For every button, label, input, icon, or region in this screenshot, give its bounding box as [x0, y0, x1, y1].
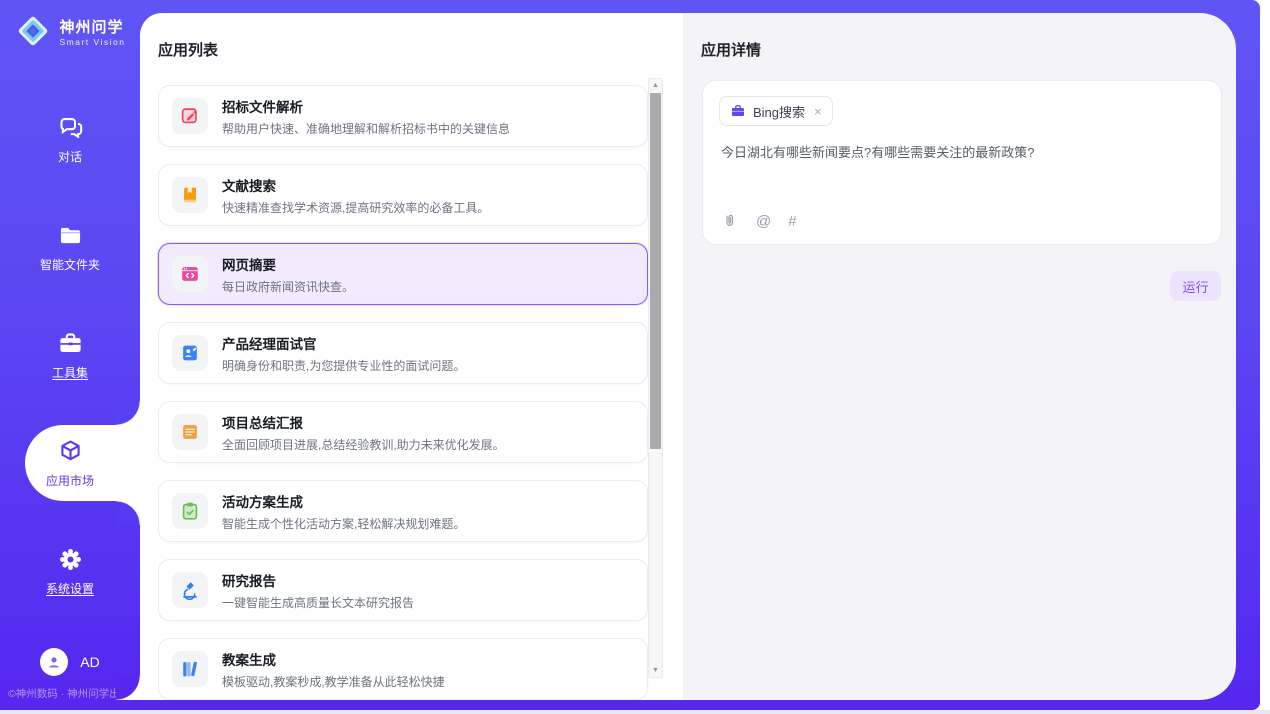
app-card-title: 产品经理面试官	[222, 333, 465, 353]
app-card-description: 模板驱动,教案秒成,教学准备从此轻松快捷	[222, 673, 445, 690]
sidebar-item-app-market[interactable]: 应用市场	[0, 409, 140, 517]
gear-icon	[57, 546, 84, 573]
sidebar-item-chat[interactable]: 对话	[0, 85, 140, 193]
hashtag-icon[interactable]: #	[788, 213, 796, 230]
prompt-input[interactable]: 今日湖北有哪些新闻要点?有哪些需要关注的最新政策?	[721, 143, 1203, 163]
prompt-card: Bing搜索 × 今日湖北有哪些新闻要点?有哪些需要关注的最新政策? @ #	[702, 80, 1222, 245]
brand-subtitle: Smart Vision	[59, 38, 125, 47]
browser-code-icon	[172, 256, 208, 292]
avatar[interactable]	[40, 648, 68, 676]
app-card-literature-search[interactable]: 文献搜索 快速精准查找学术资源,提高研究效率的必备工具。	[158, 164, 648, 226]
book-icon	[172, 177, 208, 213]
brand-logo-icon	[14, 12, 52, 55]
run-button[interactable]: 运行	[1170, 271, 1221, 301]
app-card-web-summary[interactable]: 网页摘要 每日政府新闻资讯快查。	[158, 243, 648, 305]
brand-logo: 神州问学 Smart Vision	[0, 12, 140, 55]
clipboard-check-icon	[172, 493, 208, 529]
app-list-panel: 应用列表 招标文件解析 帮助用户快速、准确地理解和解析招标书中的关键信息 文献搜…	[140, 13, 683, 700]
app-detail-panel: 应用详情 Bing搜索 × 今日湖北有哪些新闻要点?有哪些需要关注的最新政策? …	[683, 13, 1236, 700]
app-list-title: 应用列表	[158, 39, 218, 60]
user-profile[interactable]: AD	[0, 648, 140, 676]
app-card-event-plan[interactable]: 活动方案生成 智能生成个性化活动方案,轻松解决规划难题。	[158, 480, 648, 542]
app-window: 神州问学 Smart Vision 对话 智能文件夹 工具集 应用市场	[0, 0, 1270, 714]
composer-toolbar: @ #	[721, 212, 797, 230]
app-card-description: 全面回顾项目进展,总结经验教训,助力未来优化发展。	[222, 436, 505, 453]
app-card-project-summary[interactable]: 项目总结汇报 全面回顾项目进展,总结经验教训,助力未来优化发展。	[158, 401, 648, 463]
sidebar-item-label: 工具集	[52, 364, 88, 381]
brand-name: 神州问学	[59, 20, 125, 37]
purple-frame: 神州问学 Smart Vision 对话 智能文件夹 工具集 应用市场	[0, 0, 1260, 710]
app-card-title: 项目总结汇报	[222, 412, 505, 432]
user-initials: AD	[80, 654, 99, 670]
sidebar-item-label: 智能文件夹	[40, 256, 100, 273]
scrollbar[interactable]: ▲ ▼	[648, 78, 663, 678]
books-icon	[172, 651, 208, 687]
cube-icon	[57, 438, 84, 465]
app-card-description: 每日政府新闻资讯快查。	[222, 278, 354, 295]
app-card-list: 招标文件解析 帮助用户快速、准确地理解和解析招标书中的关键信息 文献搜索 快速精…	[158, 85, 648, 700]
app-card-title: 研究报告	[222, 570, 414, 590]
briefcase-icon	[730, 103, 746, 119]
app-card-pm-interviewer[interactable]: 产品经理面试官 明确身份和职责,为您提供专业性的面试问题。	[158, 322, 648, 384]
app-card-description: 智能生成个性化活动方案,轻松解决规划难题。	[222, 515, 465, 532]
app-card-description: 快速精准查找学术资源,提高研究效率的必备工具。	[222, 199, 489, 216]
scroll-up-icon[interactable]: ▲	[649, 82, 662, 89]
sidebar-nav: 对话 智能文件夹 工具集 应用市场 系统设置	[0, 85, 140, 625]
folder-icon	[57, 222, 84, 249]
sidebar-item-label: 对话	[58, 148, 82, 165]
app-card-description: 帮助用户快速、准确地理解和解析招标书中的关键信息	[222, 120, 510, 137]
sidebar-item-label: 系统设置	[46, 580, 94, 597]
interview-icon	[172, 335, 208, 371]
app-card-description: 明确身份和职责,为您提供专业性的面试问题。	[222, 357, 465, 374]
app-card-bid-analysis[interactable]: 招标文件解析 帮助用户快速、准确地理解和解析招标书中的关键信息	[158, 85, 648, 147]
scrollbar-thumb[interactable]	[650, 93, 661, 449]
app-card-title: 网页摘要	[222, 254, 354, 274]
chat-icon	[57, 114, 84, 141]
sidebar-bottom-notch	[116, 676, 140, 700]
mention-icon[interactable]: @	[756, 213, 771, 230]
sidebar-item-label: 应用市场	[46, 472, 94, 489]
tool-chip-bing-search[interactable]: Bing搜索 ×	[719, 96, 833, 126]
app-card-title: 教案生成	[222, 649, 445, 669]
sidebar-item-system-settings[interactable]: 系统设置	[0, 517, 140, 625]
app-card-description: 一键智能生成高质量长文本研究报告	[222, 594, 414, 611]
sidebar-item-toolset[interactable]: 工具集	[0, 301, 140, 409]
bubble-top-connector	[116, 401, 140, 425]
app-card-title: 文献搜索	[222, 175, 489, 195]
app-card-title: 招标文件解析	[222, 96, 510, 116]
note-icon	[172, 414, 208, 450]
bottom-purple-bar	[0, 700, 1260, 710]
sidebar: 神州问学 Smart Vision 对话 智能文件夹 工具集 应用市场	[0, 0, 140, 710]
doc-edit-icon	[172, 98, 208, 134]
scroll-down-icon[interactable]: ▼	[649, 667, 662, 674]
app-card-research-report[interactable]: 研究报告 一键智能生成高质量长文本研究报告	[158, 559, 648, 621]
window-bottom-edge	[0, 710, 1270, 714]
app-detail-title: 应用详情	[701, 39, 761, 60]
sidebar-item-smart-folders[interactable]: 智能文件夹	[0, 193, 140, 301]
app-card-lesson-plan[interactable]: 教案生成 模板驱动,教案秒成,教学准备从此轻松快捷	[158, 638, 648, 700]
main-content: 应用列表 招标文件解析 帮助用户快速、准确地理解和解析招标书中的关键信息 文献搜…	[140, 13, 1236, 700]
app-card-title: 活动方案生成	[222, 491, 465, 511]
microscope-icon	[172, 572, 208, 608]
paperclip-icon[interactable]	[721, 212, 739, 230]
close-icon[interactable]: ×	[814, 104, 822, 119]
tool-chip-label: Bing搜索	[753, 102, 805, 121]
toolbox-icon	[57, 330, 84, 357]
